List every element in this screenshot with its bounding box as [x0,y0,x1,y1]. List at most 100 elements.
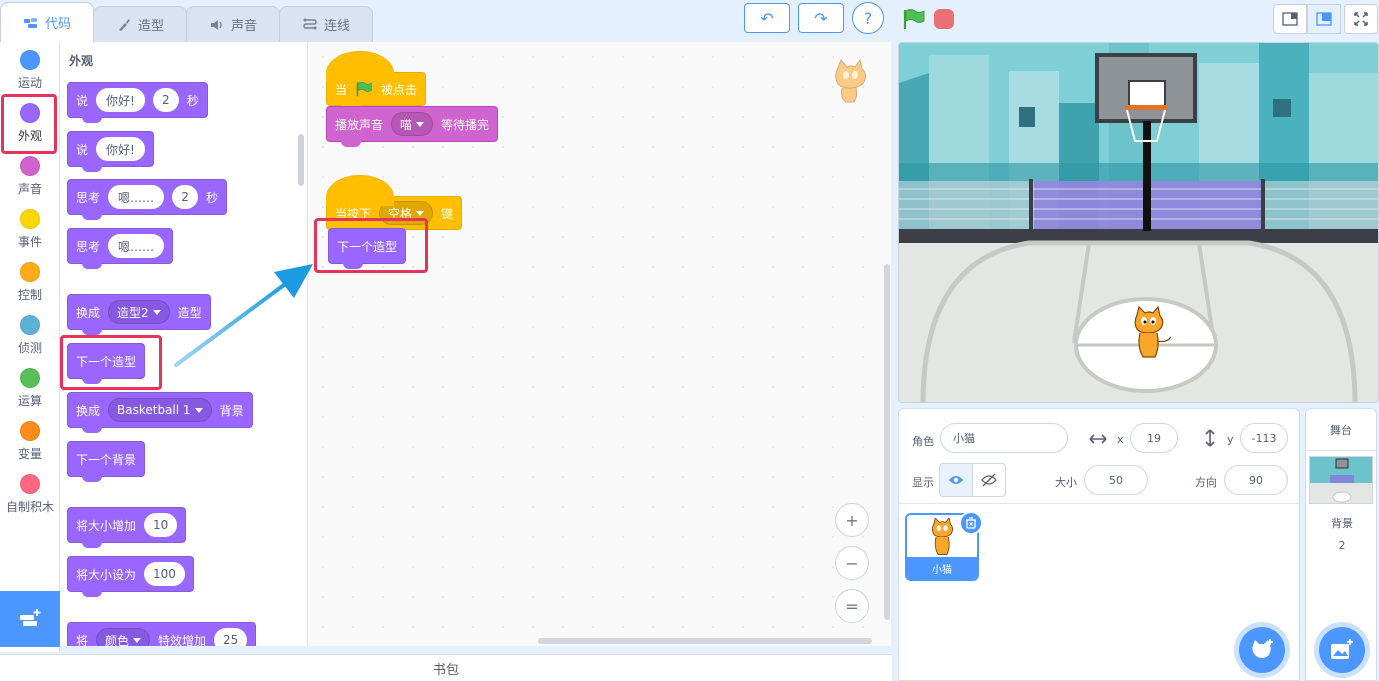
show-sprite-button[interactable] [939,463,973,497]
category-motion[interactable]: 运动 [0,44,60,97]
cat-add-icon [1252,639,1273,658]
say-text-input[interactable]: 你好! [96,137,145,161]
connect-icon [303,18,317,29]
eye-icon [949,476,963,484]
zoom-reset-icon: = [845,596,859,616]
zoom-in-button[interactable]: + [835,503,869,537]
category-label: 声音 [17,182,42,196]
tab-sounds[interactable]: 声音 [186,6,281,42]
x-label: x [1117,433,1124,446]
say-secs-input[interactable]: 2 [152,88,179,112]
when-flag-clicked-block[interactable]: 当 被点击 [326,51,427,111]
palette-scrollbar[interactable] [298,134,304,186]
hide-sprite-button[interactable] [972,463,1006,497]
backdrop-thumbnail-icon [1310,457,1372,503]
dropdown-arrow-icon [416,210,425,216]
category-my-blocks[interactable]: 自制积木 [0,468,60,521]
category-sensing[interactable]: 侦测 [0,309,60,362]
tab-connect[interactable]: 连线 [279,6,374,42]
fullscreen-button[interactable] [1344,4,1378,34]
think-for-secs-block[interactable]: 思考 嗯…… 2 秒 [67,179,228,220]
delete-sprite-button[interactable] [959,511,983,535]
say-text-input[interactable]: 你好! [96,88,145,112]
large-stage-button[interactable] [1307,4,1341,34]
y-input[interactable]: -113 [1240,423,1288,453]
editor-tabs: 代码 造型 声音 连线 [0,0,374,42]
say-for-secs-block[interactable]: 说 你好! 2 秒 [67,82,208,123]
switch-backdrop-block[interactable]: 换成 Basketball 1 背景 [67,392,253,433]
green-flag-button[interactable] [902,8,926,33]
think-text-input[interactable]: 嗯…… [108,185,165,209]
small-stage-button[interactable] [1273,4,1307,34]
category-label: 变量 [17,447,42,461]
category-variables[interactable]: 变量 [0,415,60,468]
block-word: 换成 [76,403,101,418]
stage[interactable] [898,42,1379,403]
play-sound-until-done-block[interactable]: 播放声音 喵 等待播完 [326,106,499,147]
help-icon: ? [863,8,873,28]
tab-costumes[interactable]: 造型 [93,6,188,42]
effect-dropdown[interactable]: 颜色 [96,628,151,646]
change-size-input[interactable]: 10 [144,513,178,537]
stop-button[interactable] [934,9,954,29]
annotation-arrow-icon [174,264,313,367]
add-extension-button[interactable] [0,591,60,647]
stage-selector-title: 舞台 [1306,409,1376,451]
block-word: 被点击 [381,82,418,97]
set-size-block[interactable]: 将大小设为 100 [67,556,194,597]
zoom-out-button[interactable]: − [835,546,869,580]
stage-thumbnail[interactable] [1309,456,1373,504]
block-label: 下一个背景 [76,452,137,467]
choose-sprite-button[interactable] [1239,627,1285,673]
workspace-block-highlight [314,218,428,273]
y-value: -113 [1251,431,1277,445]
workspace-vertical-scrollbar[interactable] [884,264,890,620]
direction-input[interactable]: 90 [1224,465,1288,495]
block-word: 思考 [76,239,101,254]
block-label: 将大小增加 [76,518,137,533]
add-extension-icon [20,609,41,626]
script-workspace[interactable]: 当 被点击 播放声音 喵 等待播完 当按下 空格 键 下一个造型 + − = [308,42,891,646]
control-dot-icon [20,262,40,282]
tab-connect-label: 连线 [324,19,351,34]
x-arrows-icon [1089,434,1107,444]
workspace-horizontal-scrollbar[interactable] [538,638,872,644]
dropdown-value: Basketball 1 [117,403,191,417]
block-word: 将 [76,633,89,647]
choose-backdrop-button[interactable] [1319,627,1365,673]
category-events[interactable]: 事件 [0,203,60,256]
current-sprite-icon [835,58,867,103]
sprite-name-input[interactable]: 小猫 [940,423,1068,453]
category-label: 运动 [17,76,42,90]
zoom-reset-button[interactable]: = [835,589,869,623]
think-secs-input[interactable]: 2 [172,185,199,209]
tab-code[interactable]: 代码 [0,2,95,42]
change-effect-block[interactable]: 将 颜色 特效增加 25 [67,622,257,647]
say-block[interactable]: 说 你好! [67,131,154,172]
sound-dropdown[interactable]: 喵 [391,112,434,136]
costume-dropdown[interactable]: 造型2 [108,300,170,324]
x-input[interactable]: 19 [1130,423,1178,453]
set-size-input[interactable]: 100 [144,562,185,586]
eye-slash-icon [981,473,997,487]
undo-button[interactable]: ↶ [744,3,790,33]
dropdown-arrow-icon [416,121,425,127]
think-block[interactable]: 思考 嗯…… [67,228,174,269]
x-value: 19 [1147,431,1161,445]
category-sound[interactable]: 声音 [0,150,60,203]
size-input[interactable]: 50 [1084,465,1148,495]
change-size-block[interactable]: 将大小增加 10 [67,507,187,548]
category-control[interactable]: 控制 [0,256,60,309]
stage-selector[interactable]: 舞台 背景 2 [1305,408,1377,681]
help-button[interactable]: ? [852,2,884,34]
sprite-name-value: 小猫 [953,432,975,445]
category-operators[interactable]: 运算 [0,362,60,415]
tab-code-label: 代码 [45,17,72,32]
backdrop-dropdown[interactable]: Basketball 1 [108,398,212,422]
effect-amount-input[interactable]: 25 [214,628,248,646]
backpack-bar[interactable]: 书包 [0,654,892,681]
next-backdrop-block[interactable]: 下一个背景 [67,441,146,482]
sound-dot-icon [20,156,40,176]
think-text-input[interactable]: 嗯…… [108,234,165,258]
redo-button[interactable]: ↷ [798,3,844,33]
